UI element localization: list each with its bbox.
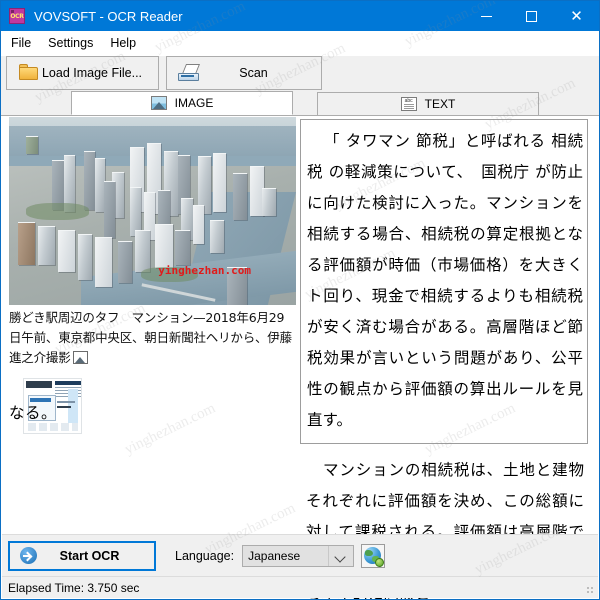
folder-icon: [18, 63, 40, 83]
maximize-button[interactable]: [509, 1, 554, 31]
photo-watermark: yinghezhan.com: [158, 263, 251, 277]
scanner-icon: [178, 63, 201, 83]
menu-bar: File Settings Help: [1, 31, 599, 56]
tab-strip: IMAGE abc TEXT: [1, 91, 599, 116]
minimize-icon: [481, 15, 492, 17]
load-image-file-button[interactable]: Load Image File...: [6, 56, 159, 90]
minimize-button[interactable]: [464, 1, 509, 31]
image-caption: 勝どき駅周辺のタフ マンション—2018年6月29日午前、東京都中央区、朝日新聞…: [9, 308, 294, 368]
start-ocr-button[interactable]: Start OCR: [8, 540, 156, 571]
start-ocr-label: Start OCR: [59, 548, 120, 563]
scan-button[interactable]: Scan: [166, 56, 322, 90]
maximize-icon: [526, 10, 537, 22]
toolbar: Load Image File... Scan: [1, 56, 599, 92]
status-text: Elapsed Time: 3.750 sec: [8, 580, 140, 595]
text-pane: 「 タワマン 節税」と呼ばれる 相続税 の軽減策について、 国税庁 が防止に向け…: [298, 116, 598, 599]
close-icon: ✕: [570, 6, 583, 25]
language-select-value: Japanese: [248, 548, 301, 563]
tab-text-label: TEXT: [424, 97, 456, 111]
picture-icon: [150, 96, 167, 110]
menu-item-file[interactable]: File: [11, 33, 40, 53]
menu-item-settings[interactable]: Settings: [48, 33, 102, 53]
language-select[interactable]: Japanese: [242, 544, 355, 567]
arrow-right-icon: [20, 547, 37, 564]
window-title: VOVSOFT - OCR Reader: [34, 8, 183, 24]
chevron-down-icon: [334, 550, 346, 563]
abc-document-icon: abc: [400, 97, 417, 111]
ocr-text-paragraph-1-box[interactable]: 「 タワマン 節税」と呼ばれる 相続税 の軽減策について、 国税庁 が防止に向け…: [300, 119, 588, 444]
status-bar: Elapsed Time: 3.750 sec: [2, 576, 598, 598]
app-icon: OCR: [9, 8, 25, 24]
title-bar: OCR VOVSOFT - OCR Reader ✕: [1, 1, 599, 31]
language-label: Language:: [175, 548, 235, 563]
ocr-reader-window: OCR VOVSOFT - OCR Reader ✕ File Settings…: [0, 0, 600, 600]
app-icon-label: OCR: [10, 12, 24, 20]
trailing-text: なる。: [9, 404, 58, 422]
translate-globe-button[interactable]: [361, 543, 386, 568]
resize-grip[interactable]: [585, 585, 595, 595]
scan-label: Scan: [239, 66, 268, 80]
content-area: yinghezhan.com 勝どき駅周辺のタフ マンション—2018年6月29…: [2, 116, 598, 599]
image-caption-text: 勝どき駅周辺のタフ マンション—2018年6月29日午前、東京都中央区、朝日新聞…: [9, 310, 292, 365]
inline-picture-icon: [72, 351, 88, 364]
close-button[interactable]: ✕: [554, 1, 599, 31]
tab-image-label: IMAGE: [174, 96, 214, 110]
tab-image[interactable]: IMAGE: [71, 91, 293, 115]
globe-add-badge-icon: [375, 557, 385, 567]
tab-text[interactable]: abc TEXT: [317, 92, 539, 115]
action-bar: Start OCR Language: Japanese: [2, 534, 598, 576]
load-image-file-label: Load Image File...: [41, 66, 143, 80]
window-controls: ✕: [464, 1, 599, 31]
ocr-text-paragraph-1: 「 タワマン 節税」と呼ばれる 相続税 の軽減策について、 国税庁 が防止に向け…: [307, 132, 583, 429]
image-pane: yinghezhan.com 勝どき駅周辺のタフ マンション—2018年6月29…: [2, 116, 298, 536]
source-image-preview[interactable]: yinghezhan.com: [9, 117, 296, 305]
menu-item-help[interactable]: Help: [110, 33, 145, 53]
